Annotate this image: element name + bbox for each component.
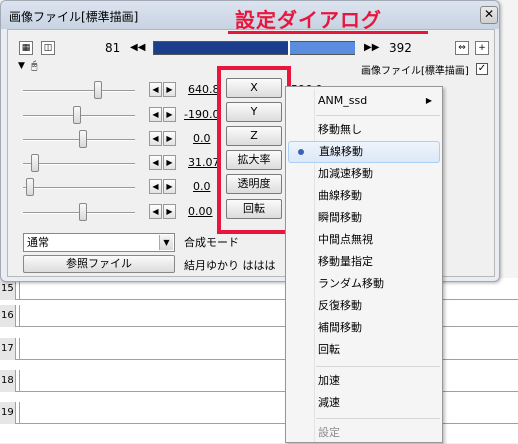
annotation-highlight-box <box>217 66 291 234</box>
menu-item-rotate[interactable]: 回転 <box>288 339 440 361</box>
chevron-down-icon[interactable]: ▼ <box>159 235 173 250</box>
layer-number: 16 <box>0 305 16 327</box>
filter-name: 画像ファイル[標準描画] <box>361 66 469 77</box>
opacity-slider-track <box>23 187 135 189</box>
grid-icon[interactable]: ▦ <box>19 41 33 55</box>
menu-item-ignore-midpoints[interactable]: 中間点無視 <box>288 229 440 251</box>
x-slider[interactable] <box>94 81 102 99</box>
x-value[interactable]: 640.8 <box>188 83 220 96</box>
frame-range-selection <box>289 42 355 54</box>
menu-item-settings: 設定 <box>318 426 340 439</box>
filter-enabled-checkbox[interactable]: ✓ <box>476 63 488 75</box>
scale-slider-track <box>23 163 135 165</box>
selected-bullet-icon <box>298 149 304 155</box>
close-button[interactable]: ✕ <box>480 6 498 24</box>
frame-range-bar[interactable] <box>153 40 355 56</box>
menu-item-repeat-move[interactable]: 反復移動 <box>288 295 440 317</box>
scale-increase-button[interactable]: ▶ <box>163 155 176 170</box>
layer-number: 17 <box>0 338 16 360</box>
menu-item-decelerate[interactable]: 減速 <box>288 392 440 414</box>
dialog-title: 画像ファイル[標準描画] <box>9 10 139 24</box>
blend-mode-label: 合成モード <box>184 236 239 249</box>
blend-mode-value: 通常 <box>27 236 49 249</box>
y-increase-button[interactable]: ▶ <box>163 107 176 122</box>
menu-item-linear-move[interactable]: 直線移動 <box>288 141 440 163</box>
submenu-arrow-icon: ▶ <box>425 96 432 105</box>
end-frame: 392 <box>389 41 412 55</box>
blend-mode-select[interactable]: 通常 ▼ <box>23 233 175 252</box>
annotation-underline <box>228 31 428 34</box>
x-increase-button[interactable]: ▶ <box>163 82 176 97</box>
frame-cursor[interactable] <box>288 40 290 56</box>
menu-item-random-move[interactable]: ランダム移動 <box>288 273 440 295</box>
y-decrease-button[interactable]: ◀ <box>149 107 162 122</box>
opacity-slider[interactable] <box>26 178 34 196</box>
menu-item-ease-move[interactable]: 加減速移動 <box>288 163 440 185</box>
z-increase-button[interactable]: ▶ <box>163 131 176 146</box>
prev-frame-button[interactable]: ◀◀ <box>130 41 145 55</box>
opacity-increase-button[interactable]: ▶ <box>163 179 176 194</box>
z-slider[interactable] <box>79 130 87 148</box>
menu-item-move-amount[interactable]: 移動量指定 <box>288 251 440 273</box>
scale-value[interactable]: 31.07 <box>188 156 220 169</box>
mouse-icon: 🖰 <box>31 59 38 72</box>
y-slider[interactable] <box>73 106 81 124</box>
menu-item-no-move[interactable]: 移動無し <box>288 119 440 141</box>
scale-decrease-button[interactable]: ◀ <box>149 155 162 170</box>
annotation-title: 設定ダイアログ <box>235 8 382 32</box>
start-frame: 81 <box>105 41 121 55</box>
opacity-value[interactable]: 0.0 <box>193 180 211 193</box>
sync-icon[interactable]: ⇔ <box>455 41 469 55</box>
reference-file-button[interactable]: 参照ファイル <box>23 255 175 273</box>
opacity-decrease-button[interactable]: ◀ <box>149 179 162 194</box>
menu-item-curve-move[interactable]: 曲線移動 <box>288 185 440 207</box>
menu-item-interpolate-move[interactable]: 補間移動 <box>288 317 440 339</box>
next-frame-button[interactable]: ▶▶ <box>364 41 379 55</box>
menu-item-accelerate[interactable]: 加速 <box>288 370 440 392</box>
rotation-slider[interactable] <box>79 203 87 221</box>
file-path: 結月ゆかり ははは <box>184 259 276 272</box>
move-mode-menu: ANM_ssd ▶ 移動無し 直線移動 加減速移動 曲線移動 瞬間移動 中間点無視… <box>285 86 443 443</box>
layer-number: 19 <box>0 402 16 424</box>
menu-item-anm-ssd[interactable]: ANM_ssd ▶ <box>288 90 440 112</box>
layer-number: 18 <box>0 370 16 392</box>
z-decrease-button[interactable]: ◀ <box>149 131 162 146</box>
x-decrease-button[interactable]: ◀ <box>149 82 162 97</box>
y-value[interactable]: -190.0 <box>184 108 219 121</box>
z-value[interactable]: 0.0 <box>193 132 211 145</box>
rotation-value[interactable]: 0.00 <box>188 205 213 218</box>
scale-slider[interactable] <box>31 154 39 172</box>
rotation-decrease-button[interactable]: ◀ <box>149 204 162 219</box>
x-slider-track <box>23 90 135 92</box>
camera-icon[interactable]: ◫ <box>41 41 55 55</box>
menu-item-instant-move[interactable]: 瞬間移動 <box>288 207 440 229</box>
add-filter-button[interactable]: + <box>475 41 489 55</box>
collapse-icon[interactable]: ▼ <box>18 61 25 71</box>
rotation-increase-button[interactable]: ▶ <box>163 204 176 219</box>
